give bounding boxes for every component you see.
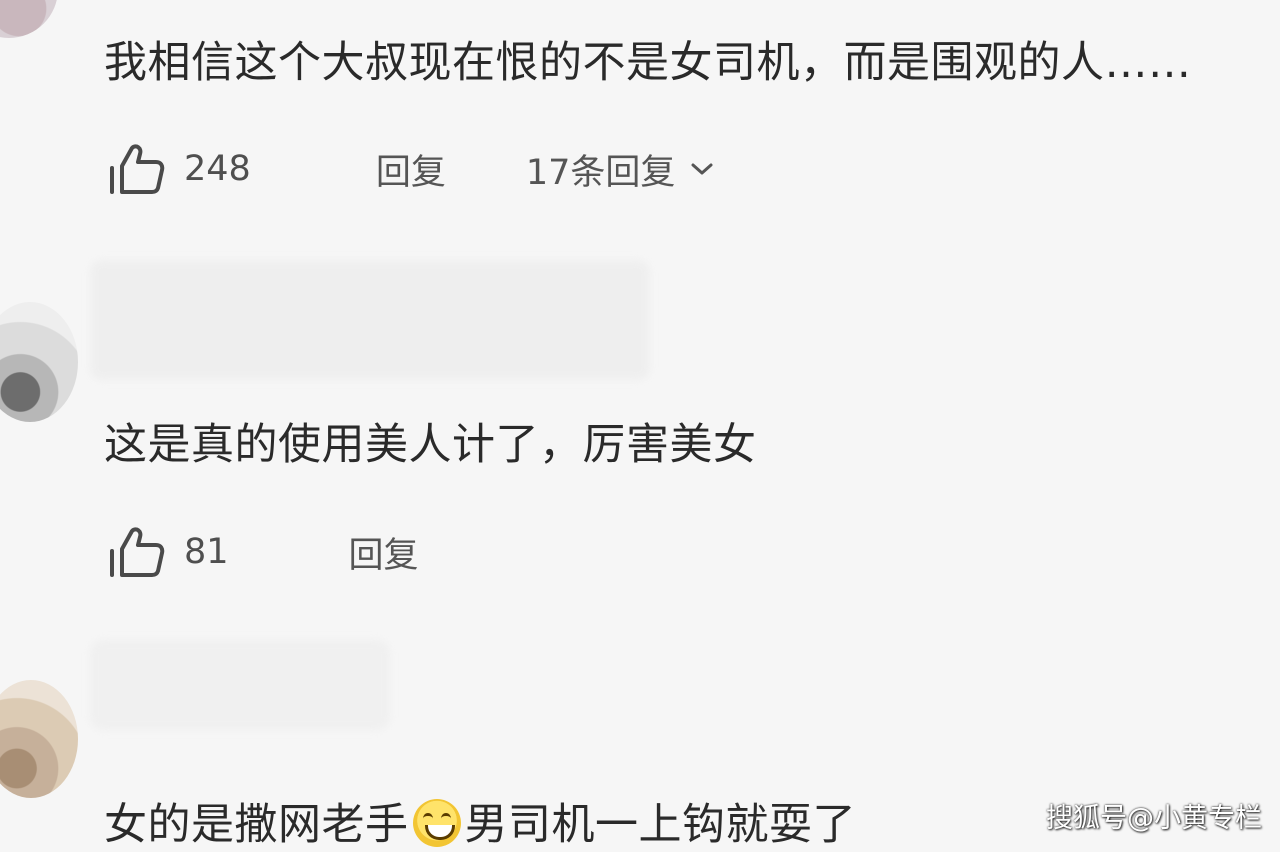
comment-text: 这是真的使用美人计了，厉害美女 [104,420,757,470]
like-button[interactable]: 248 [108,142,251,196]
comment-text-part: 女的是撒网老手 [104,800,409,850]
chevron-down-icon [689,160,715,178]
blurred-username [90,260,650,380]
comment-actions: 248 回复 17条回复 [108,142,715,196]
blurred-username [90,640,390,730]
avatar[interactable] [0,680,78,798]
thumbs-up-icon [108,142,166,196]
replies-count-label: 17条回复 [525,152,676,193]
comment-text-part: 男司机一上钩就耍了 [464,800,856,850]
reply-button[interactable]: 回复 [376,144,446,195]
comment-list: 我相信这个大叔现在恨的不是女司机，而是围观的人…… 248 回复 17条回复 这… [0,0,1280,850]
avatar[interactable] [0,0,58,38]
like-count: 81 [184,532,229,572]
thumbs-up-icon [108,525,166,579]
comment-text: 我相信这个大叔现在恨的不是女司机，而是围观的人…… [104,38,1192,88]
watermark: 搜狐号@小黄专栏 [1046,803,1262,834]
avatar[interactable] [0,302,78,422]
like-button[interactable]: 81 [108,525,229,579]
reply-button[interactable]: 回复 [349,527,419,578]
comment-text: 女的是撒网老手 男司机一上钩就耍了 [104,790,856,852]
grinning-face-icon [412,799,461,847]
like-count: 248 [184,149,251,189]
comment-actions: 81 回复 [108,525,419,579]
view-replies-button[interactable]: 17条回复 [526,144,716,195]
